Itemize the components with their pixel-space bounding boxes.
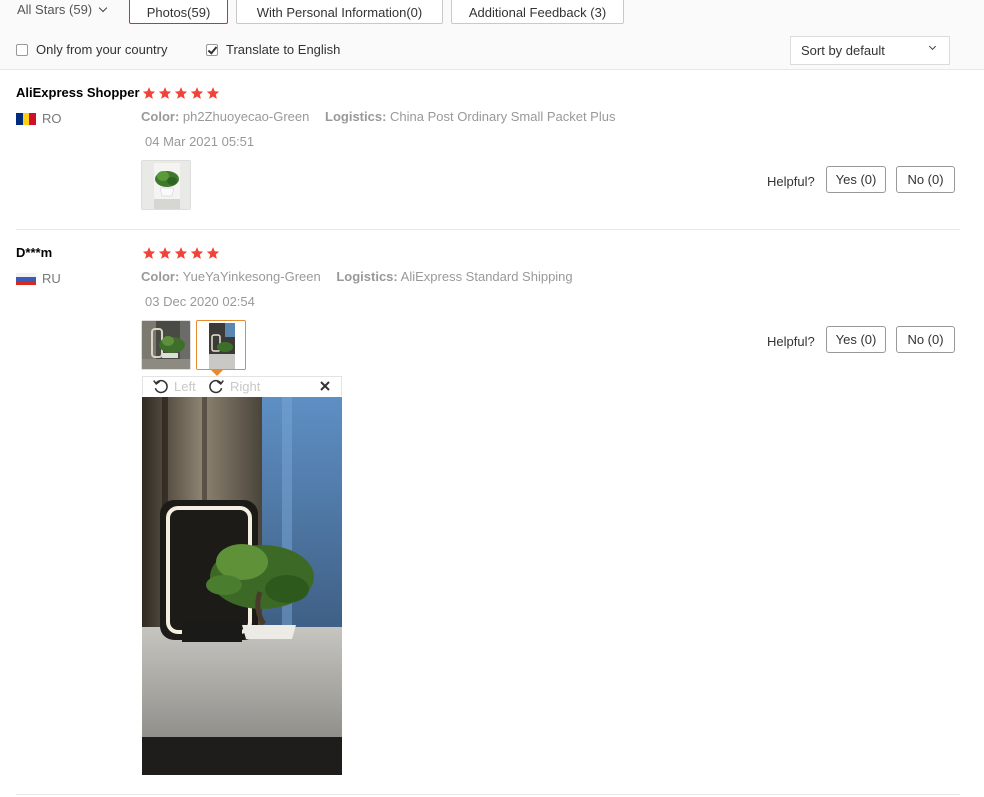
romania-flag-icon xyxy=(16,112,37,125)
chevron-down-icon xyxy=(98,3,108,13)
review-date: 04 Mar 2021 05:51 xyxy=(145,134,255,149)
reviewer-name: D***m xyxy=(16,245,53,260)
helpful-no-label: No (0) xyxy=(907,172,944,187)
star-icon xyxy=(174,87,188,99)
tab-personal-info[interactable]: With Personal Information(0) xyxy=(236,0,443,24)
star-icon xyxy=(206,247,220,259)
star-filter-select[interactable]: All Stars (59) xyxy=(17,2,108,17)
translate-label: Translate to English xyxy=(226,42,341,57)
only-country-label: Only from your country xyxy=(36,42,168,57)
color-value: ph2Zhuoyecao-Green xyxy=(182,109,310,124)
reviewer-country: RU xyxy=(16,271,61,286)
rotate-right-icon xyxy=(209,379,224,394)
plant-photo-image xyxy=(197,321,245,369)
star-icon xyxy=(142,87,156,99)
logistics-label: Logistics: xyxy=(336,269,398,284)
color-label: Color: xyxy=(141,269,180,284)
review-divider xyxy=(16,794,960,795)
photo-viewer-toolbar: Left Right xyxy=(142,376,342,396)
reviewer-country: RO xyxy=(16,111,62,126)
plant-photo-image xyxy=(142,161,190,209)
country-code: RO xyxy=(42,111,62,126)
sort-select[interactable]: Sort by default xyxy=(790,36,950,65)
tab-additional-feedback-label: Additional Feedback (3) xyxy=(468,4,607,20)
review-photo-thumbnail-selected[interactable] xyxy=(196,320,246,370)
rotate-left-button[interactable]: Left xyxy=(152,378,196,395)
enlarged-review-photo xyxy=(142,397,342,775)
helpful-no-button[interactable]: No (0) xyxy=(896,326,955,353)
color-label: Color: xyxy=(141,109,180,124)
tab-personal-info-label: With Personal Information(0) xyxy=(256,4,423,20)
reviewer-name: AliExpress Shopper xyxy=(16,85,140,100)
star-icon xyxy=(190,87,204,99)
rotate-left-icon xyxy=(153,379,168,394)
review-sku-info: Color: YueYaYinkesong-Green Logistics: A… xyxy=(141,269,573,284)
review-divider xyxy=(16,229,960,230)
bonsai-lamp-photo xyxy=(142,397,342,775)
helpful-yes-label: Yes (0) xyxy=(835,332,877,347)
only-country-option[interactable]: Only from your country xyxy=(16,42,168,57)
helpful-yes-button[interactable]: Yes (0) xyxy=(826,326,886,353)
close-icon[interactable] xyxy=(319,380,331,392)
rotate-right-label: Right xyxy=(230,379,261,394)
sort-label: Sort by default xyxy=(801,43,885,58)
helpful-no-button[interactable]: No (0) xyxy=(896,166,955,193)
tab-photos[interactable]: Photos(59) xyxy=(129,0,228,24)
review-photo-thumbnail[interactable] xyxy=(141,320,191,370)
star-icon xyxy=(190,247,204,259)
translate-option[interactable]: Translate to English xyxy=(206,42,340,57)
star-icon xyxy=(206,87,220,99)
russia-flag-icon xyxy=(16,272,36,285)
star-icon xyxy=(142,247,156,259)
review-photo-thumbnail[interactable] xyxy=(141,160,191,210)
logistics-value: China Post Ordinary Small Packet Plus xyxy=(390,109,616,124)
translate-checkbox[interactable] xyxy=(206,43,218,56)
helpful-no-label: No (0) xyxy=(907,332,944,347)
star-filter-label: All Stars (59) xyxy=(17,2,93,17)
star-icon xyxy=(174,247,188,259)
helpful-yes-label: Yes (0) xyxy=(835,172,877,187)
helpful-label: Helpful? xyxy=(767,174,815,189)
country-code: RU xyxy=(42,271,61,286)
logistics-value: AliExpress Standard Shipping xyxy=(400,269,573,284)
color-value: YueYaYinkesong-Green xyxy=(182,269,321,284)
helpful-yes-button[interactable]: Yes (0) xyxy=(826,166,886,193)
review-filter-bar: All Stars (59) Photos(59) With Personal … xyxy=(0,0,984,70)
rotate-right-button[interactable]: Right xyxy=(208,378,260,395)
only-country-checkbox[interactable] xyxy=(16,43,28,56)
chevron-down-icon xyxy=(928,42,937,51)
logistics-label: Logistics: xyxy=(325,109,387,124)
review-sku-info: Color: ph2Zhuoyecao-Green Logistics: Chi… xyxy=(141,109,615,124)
tab-photos-label: Photos(59) xyxy=(146,4,211,20)
plant-photo-image xyxy=(142,321,190,369)
helpful-label: Helpful? xyxy=(767,334,815,349)
review-date: 03 Dec 2020 02:54 xyxy=(145,294,255,309)
star-icon xyxy=(158,87,172,99)
star-rating xyxy=(142,86,220,100)
star-icon xyxy=(158,247,172,259)
star-rating xyxy=(142,246,220,260)
rotate-left-label: Left xyxy=(174,379,196,394)
tab-additional-feedback[interactable]: Additional Feedback (3) xyxy=(451,0,624,24)
